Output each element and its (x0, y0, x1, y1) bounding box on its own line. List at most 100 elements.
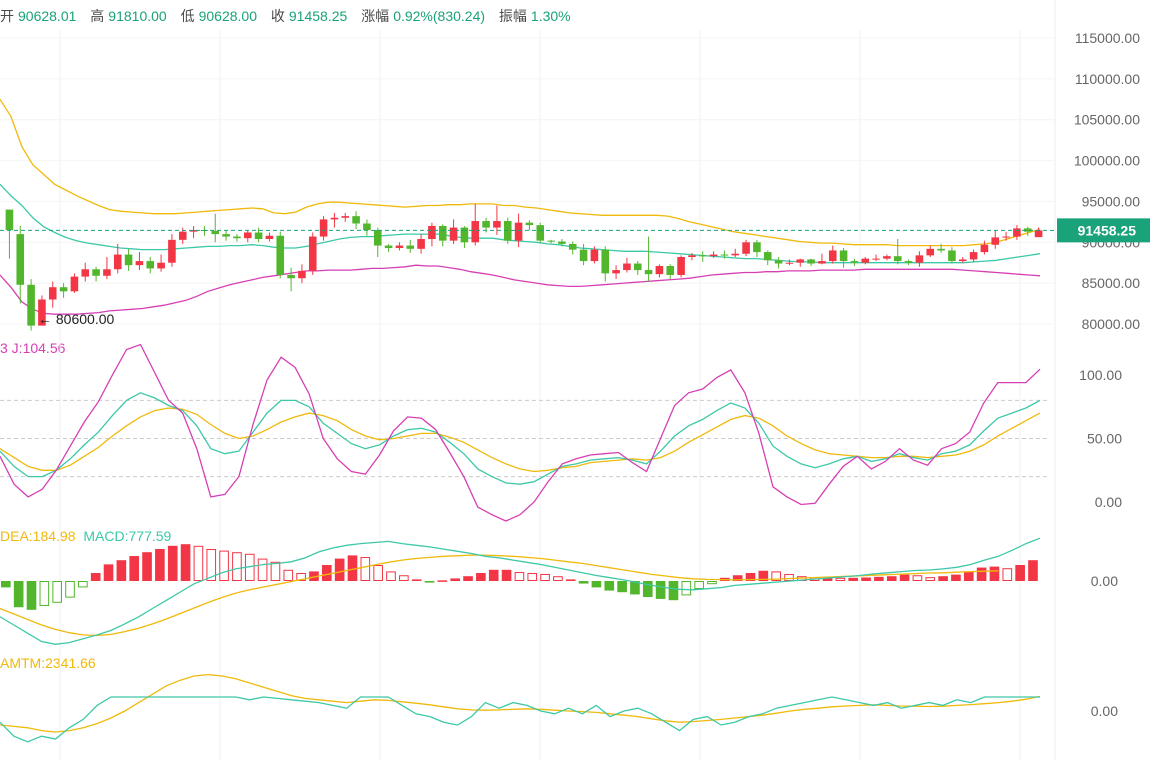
candle-body (287, 274, 295, 279)
candle-body (211, 230, 220, 235)
candle-body (363, 223, 371, 231)
candle-body (384, 245, 393, 249)
macd-histogram-bar (553, 576, 563, 582)
candle-body (157, 262, 165, 269)
macd-histogram-bar (257, 558, 268, 581)
candle-body (785, 262, 794, 264)
macd-histogram-bar (578, 581, 589, 584)
macd-histogram-bar (514, 572, 525, 581)
candle-body (547, 240, 555, 242)
macd-histogram-bar (989, 566, 1000, 581)
macd-histogram-bar (65, 581, 75, 598)
candle-body (568, 243, 577, 250)
macd-histogram-bar (501, 569, 512, 581)
macd-histogram-bar (193, 545, 204, 581)
macd-histogram-bar (488, 569, 499, 581)
candle-body (698, 255, 707, 257)
macd-histogram-bar (925, 577, 936, 581)
candle-body (168, 239, 176, 263)
candlestick-chart[interactable]: 115000.00 110000.00 105000.00 100000.00 9500… (0, 0, 1150, 760)
macd-histogram-bar (591, 581, 602, 588)
macd-histogram-bar (1002, 568, 1013, 582)
macd-histogram-bar (848, 577, 859, 581)
candle-body (893, 256, 902, 262)
price-tick-label: 110000.00 (1075, 71, 1140, 87)
macd-histogram-bar (463, 576, 473, 581)
macd-histogram-bar (886, 576, 897, 581)
macd-histogram-bar (784, 573, 794, 582)
candle-body (753, 242, 761, 253)
candle-body (146, 261, 155, 269)
macd-histogram-bar (283, 569, 294, 581)
candle-body (5, 209, 14, 231)
candle-body (276, 235, 285, 275)
candle-body (948, 250, 956, 262)
candle-body (233, 236, 241, 239)
candle-body (655, 265, 664, 275)
candle-body (904, 261, 913, 263)
candle-body (449, 227, 458, 241)
macd-histogram-bar (129, 556, 140, 581)
candle-body (428, 225, 436, 240)
candle-body (807, 259, 815, 264)
candle-body (536, 225, 545, 241)
candle-body (135, 261, 144, 266)
candle-body (59, 287, 68, 292)
mtm-tick-label: 0.00 (1091, 703, 1118, 719)
macd-histogram-bar (565, 579, 576, 582)
candle-body (341, 216, 350, 218)
macd-histogram-bar (219, 550, 229, 581)
candle-body (633, 263, 642, 271)
macd-histogram-bar (912, 575, 923, 581)
macd-histogram-bar (655, 581, 666, 599)
macd-histogram-bar (951, 574, 961, 581)
candle-body (406, 245, 415, 249)
macd-histogram-bar (167, 545, 178, 581)
candle-body (612, 270, 620, 274)
candle-body (915, 255, 924, 263)
candle-body (16, 234, 25, 285)
bollinger-lower-line (0, 264, 1041, 315)
current-price-label: 91458.25 (1078, 222, 1137, 238)
price-tick-label: 95000.00 (1082, 193, 1141, 209)
candle-body (27, 284, 35, 326)
candle-body (1013, 228, 1021, 237)
candle-body (818, 261, 826, 264)
candle-body (828, 250, 837, 262)
candle-body (709, 254, 718, 257)
candle-body (178, 231, 187, 240)
candle-body (774, 260, 783, 264)
candle-body (514, 222, 523, 241)
macd-histogram-bar (835, 577, 846, 581)
candle-body (763, 252, 772, 261)
macd-histogram-bar (668, 581, 679, 601)
macd-histogram-bar (527, 573, 538, 581)
candle-body (991, 237, 1000, 245)
candle-body (742, 242, 750, 254)
candle-body (958, 259, 967, 262)
macd-tick-label: 0.00 (1091, 573, 1118, 589)
candle-body (601, 249, 610, 274)
macd-histogram-bar (976, 567, 987, 581)
candle-body (70, 276, 79, 292)
price-tick-label: 85000.00 (1082, 275, 1141, 291)
candle-body (417, 239, 425, 249)
kdj-j-line (0, 343, 1041, 522)
macd-histogram-bar (938, 576, 948, 581)
macd-histogram-bar (424, 581, 435, 583)
kdj-tick-label: 0.00 (1095, 494, 1122, 510)
macd-histogram-bar (334, 558, 345, 581)
candle-body (81, 269, 90, 277)
macd-histogram-bar (861, 577, 871, 581)
candle-body (352, 216, 360, 224)
candle-body (525, 222, 534, 226)
candle-body (579, 249, 588, 262)
candle-body (590, 249, 599, 262)
candle-body (969, 252, 978, 260)
candle-body (222, 234, 230, 237)
candle-body (48, 287, 57, 300)
candle-body (103, 269, 111, 276)
kdj-tick-label: 100.00 (1079, 367, 1122, 383)
candle-body (124, 254, 133, 266)
macd-histogram-bar (360, 557, 371, 581)
